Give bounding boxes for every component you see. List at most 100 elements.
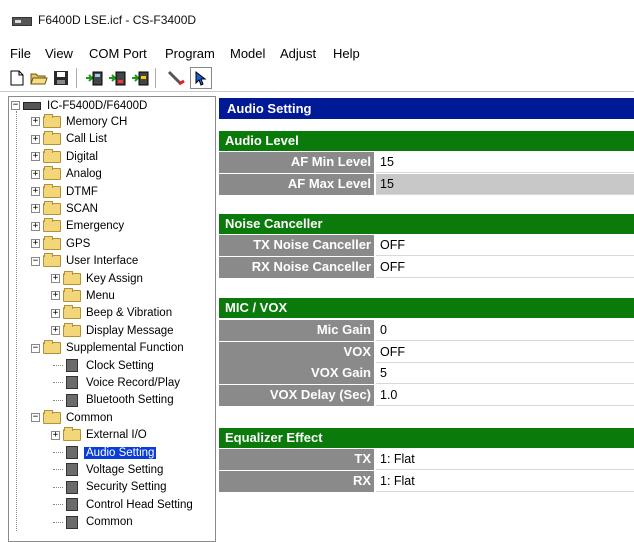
- collapse-icon[interactable]: −: [31, 343, 40, 353]
- tree-item[interactable]: + Key Assign: [51, 270, 145, 287]
- read-button[interactable]: [83, 67, 105, 89]
- tree-item-label: GPS: [66, 237, 91, 250]
- tree-connector: [53, 504, 63, 506]
- document-icon: [66, 463, 78, 477]
- tree-item[interactable]: Bluetooth Setting: [53, 392, 176, 409]
- new-file-button[interactable]: [6, 67, 28, 89]
- expand-icon[interactable]: +: [51, 430, 60, 440]
- setting-value[interactable]: 5: [376, 363, 634, 384]
- setting-value[interactable]: 1: Flat: [376, 449, 634, 470]
- tree-item-label: Menu: [86, 289, 115, 302]
- tree-item-label: DTMF: [66, 185, 98, 198]
- read-from-radio-icon: [86, 71, 103, 86]
- expand-icon[interactable]: +: [51, 326, 60, 336]
- setting-label: TX: [219, 449, 374, 470]
- save-button[interactable]: [50, 67, 72, 89]
- setting-label: RX: [219, 471, 374, 492]
- setting-value[interactable]: 1: Flat: [376, 471, 634, 492]
- setting-value[interactable]: OFF: [376, 257, 634, 278]
- tree-item-label: Analog: [66, 168, 102, 181]
- tree-item-label: Security Setting: [86, 481, 167, 494]
- tree-item[interactable]: Voice Record/Play: [53, 374, 182, 391]
- menu-view[interactable]: View: [45, 46, 73, 61]
- tree-item[interactable]: Common: [53, 514, 135, 531]
- expand-icon[interactable]: +: [51, 291, 60, 301]
- setting-value[interactable]: 15: [376, 152, 634, 173]
- expand-icon[interactable]: +: [31, 134, 40, 144]
- tree-item[interactable]: Voltage Setting: [53, 461, 165, 478]
- setting-value[interactable]: 1.0: [376, 385, 634, 406]
- setting-label: VOX: [219, 342, 374, 363]
- expand-icon[interactable]: +: [31, 152, 40, 162]
- tree-item-label: Memory CH: [66, 115, 128, 128]
- menu-help[interactable]: Help: [333, 46, 360, 61]
- expand-icon[interactable]: +: [51, 274, 60, 283]
- adjust-button[interactable]: [166, 67, 188, 89]
- folder-icon: [63, 427, 81, 442]
- setting-label: Mic Gain: [219, 320, 374, 341]
- tree-item[interactable]: − User Interface: [31, 253, 140, 270]
- tree-item[interactable]: + DTMF: [31, 183, 100, 200]
- tree-item[interactable]: + GPS: [31, 235, 92, 252]
- document-icon: [66, 446, 78, 459]
- setting-value[interactable]: OFF: [376, 235, 634, 256]
- tree-item[interactable]: + Emergency: [31, 218, 126, 235]
- tree-item[interactable]: + Memory CH: [31, 113, 129, 130]
- save-icon: [54, 71, 68, 85]
- collapse-icon[interactable]: −: [31, 413, 40, 423]
- expand-icon[interactable]: +: [31, 169, 40, 179]
- tree-item-label: Supplemental Function: [66, 342, 184, 355]
- panel-title: Audio Setting: [219, 98, 634, 119]
- collapse-icon[interactable]: −: [11, 101, 20, 110]
- clone-button[interactable]: [129, 67, 151, 89]
- write-to-radio-icon: [109, 71, 126, 86]
- expand-icon[interactable]: +: [31, 239, 40, 249]
- tree-item[interactable]: − Supplemental Function: [31, 340, 186, 357]
- menu-adjust[interactable]: Adjust: [280, 46, 316, 61]
- menu-file[interactable]: File: [10, 46, 31, 61]
- menu-program[interactable]: Program: [165, 46, 215, 61]
- expand-icon[interactable]: +: [31, 117, 40, 127]
- setting-value[interactable]: OFF: [376, 342, 634, 363]
- tree-item[interactable]: Control Head Setting: [53, 496, 195, 513]
- collapse-icon[interactable]: −: [31, 256, 40, 266]
- tree-connector: [53, 521, 63, 523]
- tree-item[interactable]: + Display Message: [51, 322, 176, 339]
- tree-root[interactable]: − IC-F5400D/F6400D: [11, 97, 149, 114]
- folder-icon: [43, 340, 61, 355]
- tree-connector: [53, 399, 63, 401]
- setting-value[interactable]: 15: [376, 174, 634, 195]
- clone-icon: [132, 71, 149, 86]
- expand-icon[interactable]: +: [31, 204, 40, 214]
- open-button[interactable]: [28, 67, 50, 89]
- tree-item[interactable]: + SCAN: [31, 200, 100, 217]
- tree-item[interactable]: + Analog: [31, 166, 104, 183]
- folder-icon: [63, 287, 81, 302]
- section-header: Noise Canceller: [219, 214, 634, 234]
- tree-item[interactable]: Security Setting: [53, 479, 169, 496]
- tree-item[interactable]: Audio Setting: [53, 444, 157, 461]
- help-pointer-button[interactable]: [190, 67, 212, 89]
- tree-item[interactable]: + Digital: [31, 148, 100, 165]
- tree-item[interactable]: + Menu: [51, 287, 117, 304]
- tree-item-label: Call List: [66, 133, 107, 146]
- setting-value[interactable]: 0: [376, 320, 634, 341]
- expand-icon[interactable]: +: [51, 308, 60, 318]
- menu-com-port[interactable]: COM Port: [89, 46, 147, 61]
- expand-icon[interactable]: +: [31, 187, 40, 196]
- tree-guide-line: [16, 111, 17, 531]
- tree-root-label: IC-F5400D/F6400D: [47, 99, 148, 112]
- menu-model[interactable]: Model: [230, 46, 265, 61]
- expand-icon[interactable]: +: [31, 221, 40, 231]
- write-button[interactable]: [106, 67, 128, 89]
- tree-item[interactable]: + External I/O: [51, 427, 149, 444]
- tree-item[interactable]: − Common: [31, 409, 115, 426]
- tree-item[interactable]: Clock Setting: [53, 357, 156, 374]
- settings-panel: Audio Setting Audio Level AF Min Level 15 A…: [219, 96, 634, 542]
- tree-view[interactable]: − IC-F5400D/F6400D + Memory CH + Call List +…: [8, 96, 216, 542]
- folder-icon: [43, 183, 61, 198]
- tree-item-label: Display Message: [86, 324, 174, 337]
- setting-row: Mic Gain 0: [219, 320, 634, 341]
- tree-item[interactable]: + Call List: [31, 131, 109, 148]
- tree-item[interactable]: + Beep & Vibration: [51, 305, 174, 322]
